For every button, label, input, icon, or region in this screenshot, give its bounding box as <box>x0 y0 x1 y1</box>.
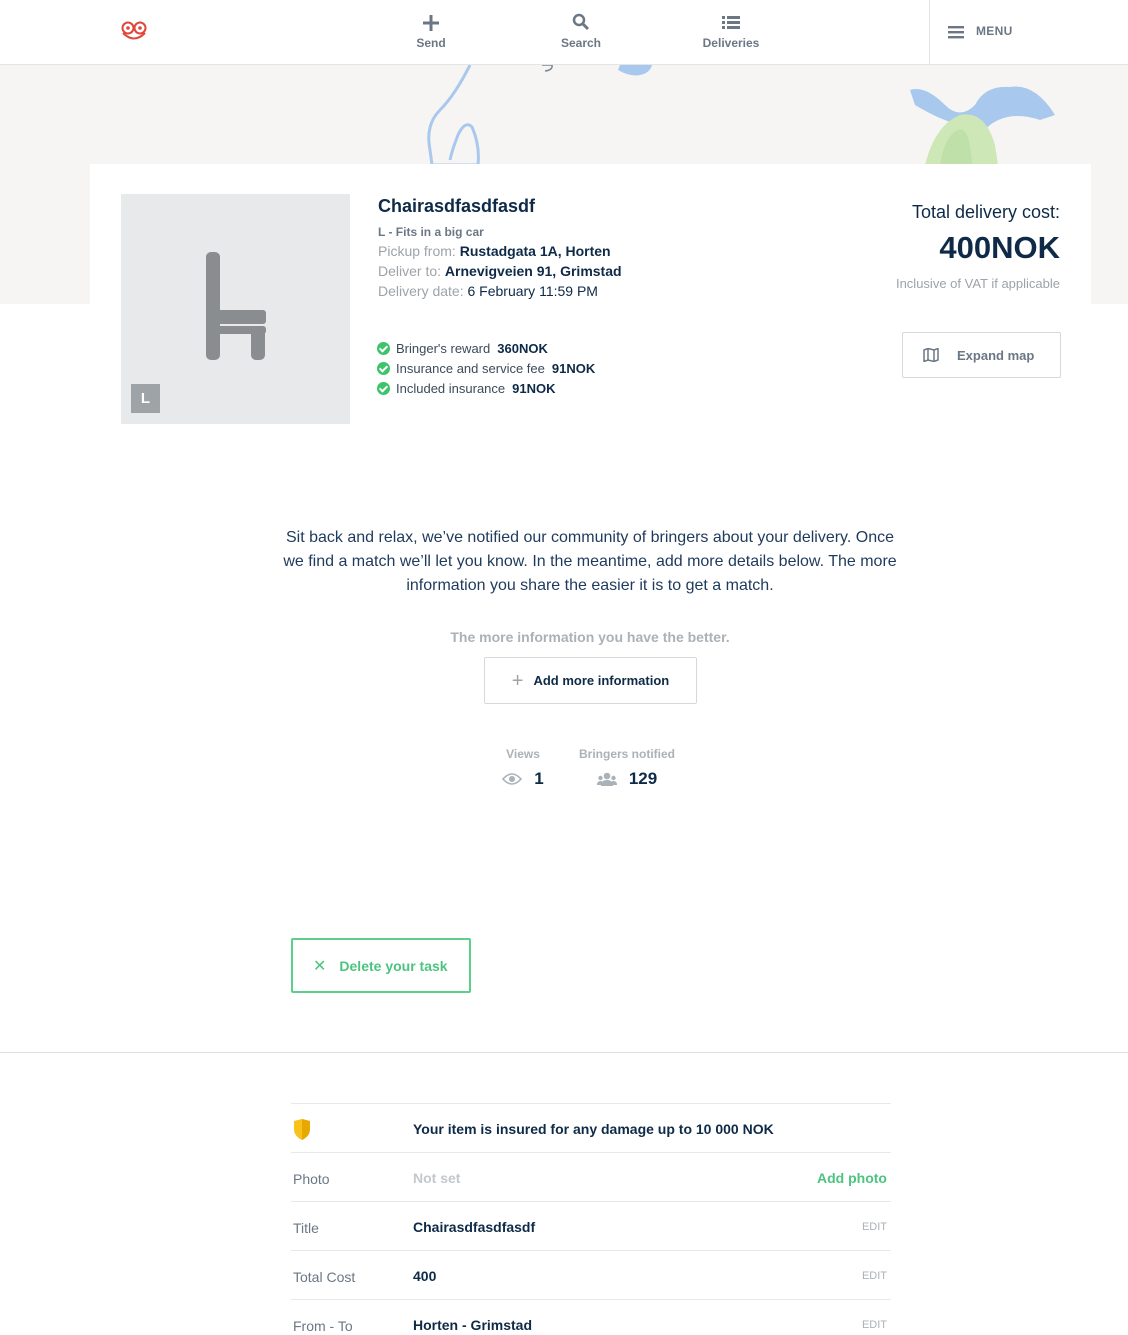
detail-value: 400 <box>413 1268 437 1284</box>
vat-note: Inclusive of VAT if applicable <box>895 276 1060 291</box>
task-title: Chairasdfasdfasdf <box>378 196 536 216</box>
nav-deliveries-label: Deliveries <box>702 36 760 50</box>
deliver-line: Deliver to: Arnevigveien 91, Grimstad <box>378 263 622 279</box>
size-description: L - Fits in a big car <box>378 225 484 239</box>
nav-deliveries[interactable]: Deliveries <box>681 12 781 50</box>
map-icon <box>923 348 939 362</box>
fee-item: Bringer's reward 360NOK <box>377 338 595 358</box>
detail-label: Title <box>293 1220 319 1236</box>
size-badge: L <box>131 384 160 413</box>
detail-row-photo: Photo Not set Add photo <box>291 1152 891 1201</box>
detail-value: Chairasdfasdfasdf <box>413 1219 536 1235</box>
edit-title-button[interactable]: EDIT <box>862 1221 887 1233</box>
check-icon <box>377 361 390 375</box>
plus-icon: + <box>511 669 524 692</box>
insurance-row: Your item is insured for any damage up t… <box>291 1103 891 1152</box>
fee-amount: 91NOK <box>551 360 596 376</box>
detail-value: Horten - Grimstad <box>413 1317 533 1333</box>
pickup-line: Pickup from: Rustadgata 1A, Horten <box>378 243 611 259</box>
nav-send[interactable]: Send <box>381 12 481 50</box>
fee-label: Bringer's reward <box>396 340 491 356</box>
hamburger-icon <box>948 26 964 39</box>
edit-cost-button[interactable]: EDIT <box>862 1270 887 1282</box>
detail-value: Not set <box>413 1170 461 1186</box>
fee-list: Bringer's reward 360NOK Insurance and se… <box>377 338 595 398</box>
expand-map-button[interactable]: Expand map <box>902 332 1061 378</box>
insurance-text: Your item is insured for any damage up t… <box>413 1121 774 1137</box>
views-label: Views <box>506 747 540 761</box>
task-card: L Chairasdfasdfasdf L - Fits in a big ca… <box>90 164 1091 454</box>
detail-row-title: Title Chairasdfasdfasdf EDIT <box>291 1201 891 1250</box>
top-navigation: Send Search Deliveries MENU <box>0 0 1128 65</box>
chair-icon <box>206 252 266 360</box>
date-line: Delivery date: 6 February 11:59 PM <box>378 283 598 299</box>
add-photo-button[interactable]: Add photo <box>817 1170 887 1186</box>
close-icon: ✕ <box>313 957 327 975</box>
views-stat: Views 1 <box>493 747 553 789</box>
deliver-address: Arnevigveien 91, Grimstad <box>444 263 622 279</box>
delete-task-button[interactable]: ✕ Delete your task <box>291 938 471 993</box>
shield-icon <box>294 1119 310 1140</box>
fee-amount: 91NOK <box>512 380 556 396</box>
eye-icon <box>502 773 523 785</box>
menu-label: MENU <box>976 24 1013 38</box>
add-more-label: Add more information <box>533 673 670 688</box>
bringers-count: 129 <box>628 769 658 788</box>
menu-button[interactable]: MENU <box>929 0 1128 64</box>
detail-row-total-cost: Total Cost 400 EDIT <box>291 1250 891 1299</box>
expand-map-label: Expand map <box>957 347 1035 363</box>
section-divider <box>0 1052 1128 1053</box>
item-thumbnail: L <box>121 194 350 424</box>
pickup-address: Rustadgata 1A, Horten <box>459 243 611 259</box>
detail-label: From - To <box>293 1318 353 1334</box>
nav-send-label: Send <box>416 36 446 50</box>
list-icon <box>722 16 740 29</box>
fee-item: Insurance and service fee 91NOK <box>377 358 595 378</box>
plus-icon <box>423 15 439 31</box>
detail-label: Photo <box>293 1171 330 1187</box>
fee-label: Insurance and service fee <box>396 360 545 376</box>
total-cost-value: 400NOK <box>939 230 1060 265</box>
pickup-label: Pickup from: <box>378 243 456 259</box>
date-label: Delivery date: <box>378 283 464 299</box>
fee-amount: 360NOK <box>497 340 548 356</box>
deliver-label: Deliver to: <box>378 263 442 279</box>
bringers-label: Bringers notified <box>578 747 675 761</box>
total-cost-label: Total delivery cost: <box>911 202 1060 222</box>
edit-route-button[interactable]: EDIT <box>862 1319 887 1331</box>
add-more-information-button[interactable]: + Add more information <box>484 657 697 704</box>
bringers-stat: Bringers notified 129 <box>572 747 682 789</box>
nav-search[interactable]: Search <box>531 12 631 50</box>
fee-label: Included insurance <box>396 380 506 396</box>
delivery-date: 6 February 11:59 PM <box>467 283 598 299</box>
check-icon <box>377 381 390 395</box>
users-icon <box>596 772 617 786</box>
more-info-hint: The more information you have the better… <box>450 629 730 645</box>
logo-icon[interactable] <box>120 20 150 44</box>
views-count: 1 <box>534 769 544 788</box>
search-icon <box>572 13 590 31</box>
check-icon <box>377 341 390 355</box>
status-message: Sit back and relax, we’ve notified our c… <box>283 529 897 594</box>
detail-row-from-to: From - To Horten - Grimstad EDIT <box>291 1299 891 1335</box>
nav-search-label: Search <box>560 36 602 50</box>
detail-label: Total Cost <box>293 1269 356 1285</box>
fee-item: Included insurance 91NOK <box>377 378 595 398</box>
task-details: Your item is insured for any damage up t… <box>291 1103 891 1335</box>
delete-task-label: Delete your task <box>339 957 448 974</box>
